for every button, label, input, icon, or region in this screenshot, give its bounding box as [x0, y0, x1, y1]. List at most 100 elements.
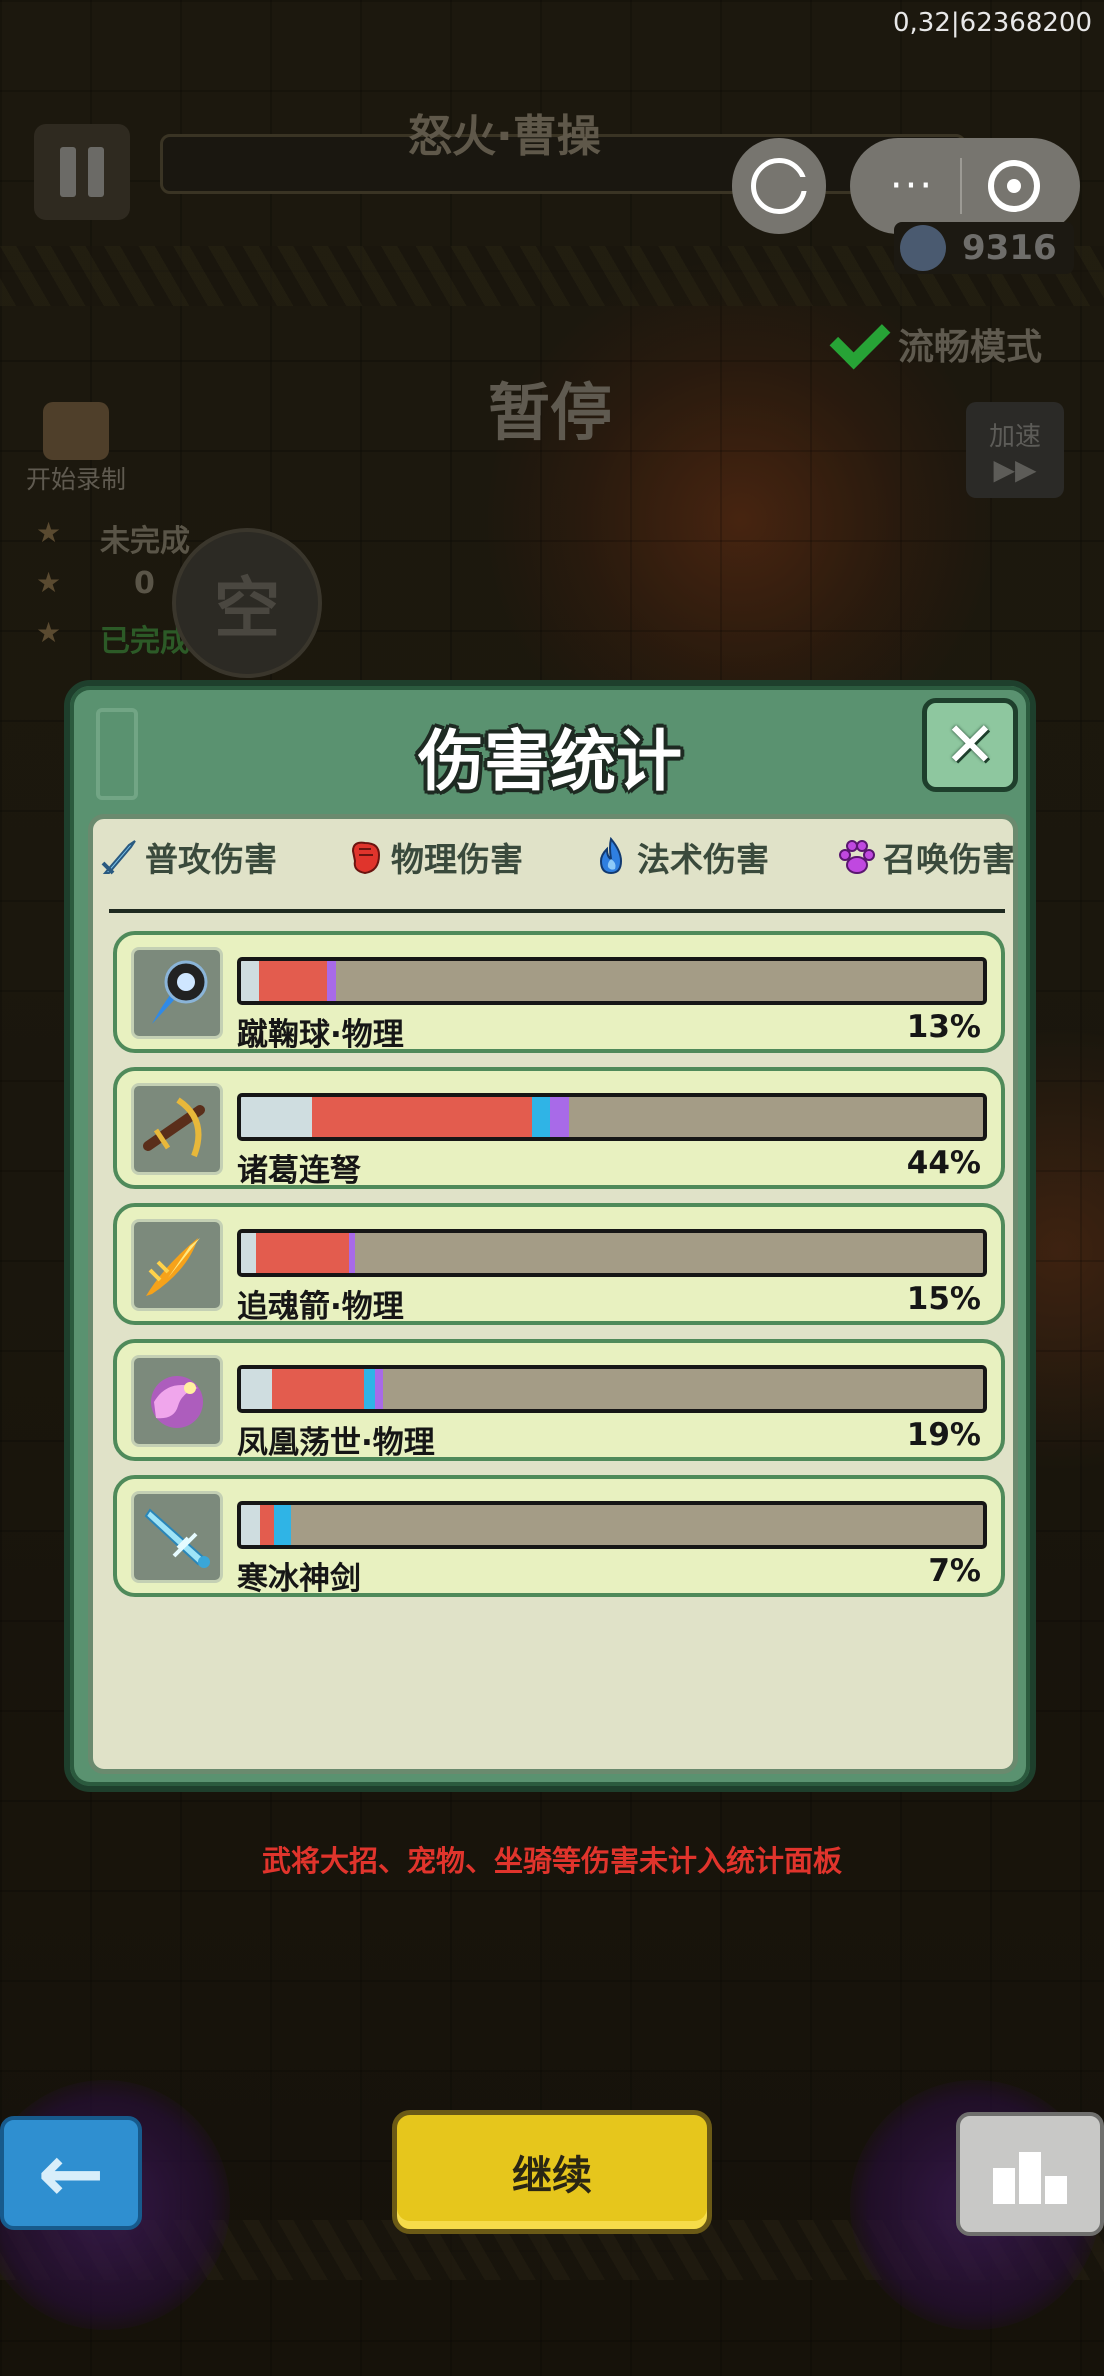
legend-label: 普攻伤害	[145, 840, 277, 879]
pause-icon	[60, 147, 76, 197]
task-count: 0	[30, 566, 190, 616]
stats-footnote: 武将大招、宠物、坐骑等伤害未计入统计面板	[261, 1844, 842, 1878]
ball-icon	[152, 960, 208, 1024]
weapon-icon-box	[131, 947, 223, 1039]
damage-percent: 15%	[906, 1281, 981, 1317]
kill-counter: 9316	[894, 222, 1074, 274]
damage-bar	[237, 957, 987, 1005]
legend-summon: 召唤伤害	[837, 833, 1015, 881]
magic-segment	[531, 1097, 550, 1137]
record-button[interactable]: 开始录制	[26, 402, 126, 496]
weapon-icon-box	[131, 1219, 223, 1311]
weapon-name: 凤凰荡世·物理	[237, 1425, 435, 1461]
weapon-icon-box	[131, 1491, 223, 1583]
modal-title: 伤害统计	[418, 723, 682, 800]
game-icon	[751, 158, 808, 214]
weapon-icon-box	[131, 1083, 223, 1175]
paused-label: 暂停	[488, 376, 613, 449]
paw-icon	[839, 840, 875, 874]
base-segment	[241, 961, 259, 1001]
legend-normal-attack: 普攻伤害	[99, 833, 277, 881]
coordinate-readout: 0,32|62368200	[893, 8, 1092, 38]
empty-slot-label: 空	[214, 570, 280, 647]
speed-label: 加速	[988, 422, 1041, 452]
base-segment	[241, 1505, 261, 1545]
check-icon	[829, 308, 891, 370]
legend-label: 物理伤害	[391, 840, 523, 879]
damage-row: 诸葛连弩 44%	[113, 1067, 1005, 1189]
damage-row: 蹴鞠球·物理 13%	[113, 931, 1005, 1053]
task-incomplete: 未完成	[30, 516, 190, 566]
damage-legend: 普攻伤害 物理伤害 法术伤害 召唤伤害	[99, 833, 1015, 881]
task-list: 未完成 0 已完成	[30, 516, 190, 666]
damage-bar	[237, 1093, 987, 1141]
weapon-name: 寒冰神剑	[237, 1561, 361, 1597]
base-segment	[241, 1369, 273, 1409]
summon-segment	[374, 1369, 384, 1409]
weapon-name: 追魂箭·物理	[237, 1289, 404, 1325]
base-segment	[241, 1233, 256, 1273]
sword-icon	[101, 840, 136, 875]
physical-segment	[260, 1505, 274, 1545]
continue-label: 继续	[512, 2153, 592, 2199]
fast-forward-icon: ▶▶	[993, 453, 1037, 486]
summon-segment	[549, 1097, 569, 1137]
weapon-name: 蹴鞠球·物理	[237, 1017, 404, 1053]
smooth-mode-label: 流畅模式	[898, 327, 1043, 368]
damage-percent: 19%	[906, 1417, 981, 1453]
flame-icon	[599, 837, 623, 875]
smooth-mode-toggle[interactable]: 流畅模式	[829, 308, 1043, 370]
damage-bar	[237, 1229, 987, 1277]
base-segment	[241, 1097, 313, 1137]
physical-segment	[255, 1233, 350, 1273]
close-miniprogram-icon[interactable]	[988, 160, 1041, 212]
weapon-name: 诸葛连弩	[237, 1153, 361, 1189]
summon-segment	[327, 961, 336, 1001]
empty-skill-slot[interactable]: 空	[172, 528, 322, 678]
damage-percent: 7%	[928, 1553, 981, 1589]
capsule-menu: ···	[850, 138, 1080, 234]
damage-stats-modal: 伤害统计 ✕ 普攻伤害 物理伤害 法术伤害 召唤伤害 蹴鞠球·物理 13% 诸葛…	[64, 680, 1036, 1792]
damage-bar	[237, 1501, 987, 1549]
magic-segment	[364, 1369, 375, 1409]
close-icon: ✕	[944, 708, 996, 781]
fist-icon	[351, 841, 381, 875]
damage-percent: 13%	[906, 1009, 981, 1045]
boss-name: 怒火·曹操	[408, 111, 601, 162]
stats-panel: 普攻伤害 物理伤害 法术伤害 召唤伤害 蹴鞠球·物理 13% 诸葛连弩 44% …	[88, 814, 1018, 1774]
ranking-button[interactable]	[956, 2112, 1104, 2236]
more-button[interactable]: ···	[890, 163, 934, 209]
back-arrow-icon: ←	[37, 2126, 105, 2220]
game-center-button[interactable]	[732, 138, 826, 234]
magic-segment	[273, 1505, 292, 1545]
crossbow-icon	[143, 1097, 205, 1158]
kill-count: 9316	[962, 228, 1057, 268]
physical-segment	[258, 961, 328, 1001]
damage-row: 凤凰荡世·物理 19%	[113, 1339, 1005, 1461]
physical-segment	[312, 1097, 532, 1137]
camera-icon	[43, 402, 109, 460]
damage-row: 寒冰神剑 7%	[113, 1475, 1005, 1597]
legend-label: 法术伤害	[637, 840, 769, 879]
back-button[interactable]: ←	[0, 2116, 142, 2230]
arrow-icon	[146, 1238, 200, 1296]
physical-segment	[272, 1369, 365, 1409]
task-complete: 已完成	[30, 616, 190, 666]
speed-up-button[interactable]: 加速 ▶▶	[966, 402, 1064, 498]
legend-magic: 法术伤害	[591, 833, 769, 881]
phoenix-icon	[151, 1376, 203, 1428]
close-button[interactable]: ✕	[922, 698, 1018, 792]
pause-button[interactable]	[34, 124, 130, 220]
ice-sword-icon	[144, 1508, 210, 1568]
weapon-icon-box	[131, 1355, 223, 1447]
continue-button[interactable]: 继续	[392, 2110, 712, 2234]
record-label: 开始录制	[26, 465, 127, 494]
summon-segment	[349, 1233, 356, 1273]
legend-physical: 物理伤害	[345, 833, 523, 881]
skull-icon	[900, 225, 946, 271]
damage-row: 追魂箭·物理 15%	[113, 1203, 1005, 1325]
podium-icon	[993, 2168, 1015, 2204]
legend-label: 召唤伤害	[883, 840, 1015, 879]
legend-divider	[109, 909, 1005, 913]
damage-percent: 44%	[906, 1145, 981, 1181]
